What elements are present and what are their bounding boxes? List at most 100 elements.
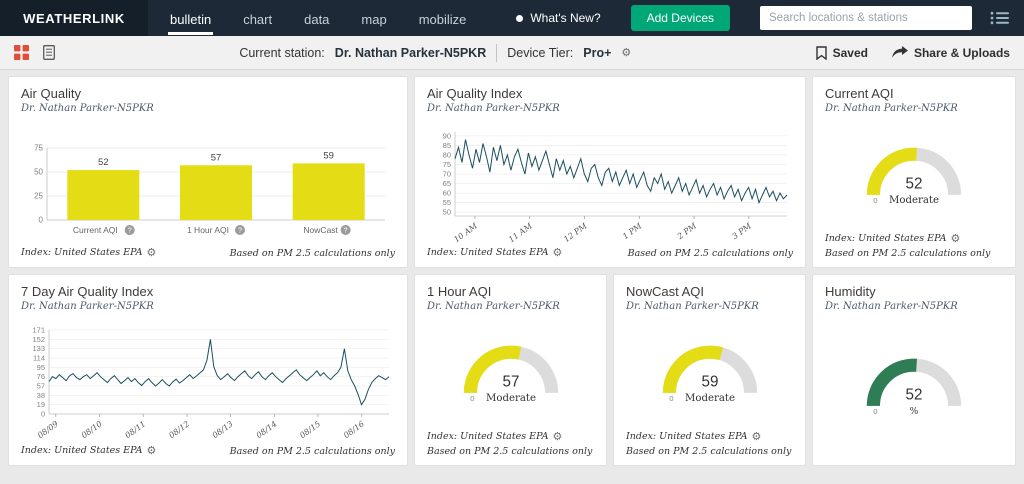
svg-text:08/11: 08/11: [123, 419, 147, 440]
svg-text:57: 57: [211, 152, 222, 163]
svg-text:11 AM: 11 AM: [507, 221, 535, 244]
gauge-chart: 59 Moderate 0: [662, 345, 757, 403]
gear-icon[interactable]: ⚙: [951, 232, 961, 245]
svg-text:%: %: [910, 407, 919, 417]
svg-text:Current AQI: Current AQI: [73, 225, 118, 235]
nav-tab-chart[interactable]: chart: [241, 2, 274, 35]
card-subtitle: Dr. Nathan Parker-N5PKR: [626, 301, 759, 312]
svg-text:75: 75: [34, 144, 43, 153]
add-devices-button[interactable]: Add Devices: [630, 5, 730, 31]
current-station-info: Current station: Dr. Nathan Parker-N5PKR…: [239, 43, 631, 62]
card-air-quality-index: Air Quality Index Dr. Nathan Parker-N5PK…: [414, 76, 806, 268]
device-tier-gear-icon[interactable]: ⚙: [621, 46, 631, 59]
svg-text:19: 19: [37, 400, 45, 409]
svg-text:Moderate: Moderate: [889, 194, 939, 205]
svg-text:65: 65: [443, 179, 451, 188]
whats-new-link[interactable]: What's New?: [516, 11, 601, 25]
share-uploads-button[interactable]: Share & Uploads: [891, 46, 1010, 60]
svg-text:80: 80: [443, 150, 451, 159]
saved-label: Saved: [832, 45, 868, 60]
whats-new-label: What's New?: [530, 11, 601, 25]
card-1hour-aqi: 1 Hour AQI Dr. Nathan Parker-N5PKR 57 Mod…: [414, 274, 607, 466]
help-icon[interactable]: ?: [235, 225, 245, 235]
card-subtitle: Dr. Nathan Parker-N5PKR: [427, 301, 560, 312]
svg-text:85: 85: [443, 141, 451, 150]
report-view-icon[interactable]: [43, 45, 55, 60]
brand-logo: WEATHERLINK: [0, 0, 148, 36]
gauge-chart: 52 Moderate 0: [866, 147, 962, 205]
svg-text:3 PM: 3 PM: [731, 221, 754, 241]
svg-text:?: ?: [238, 226, 242, 235]
svg-text:52: 52: [906, 175, 923, 192]
bar-chart: 0 25 50 75 52 Current AQI ? 57 1 Hour AQI ? 59 NowC…: [34, 144, 385, 235]
pm-note: Based on PM 2.5 calculations only: [427, 446, 593, 457]
svg-text:0: 0: [669, 393, 673, 402]
svg-text:59: 59: [323, 150, 334, 161]
card-footer: Index: United States EPA ⚙ Based on PM 2…: [21, 444, 395, 457]
svg-text:?: ?: [344, 226, 348, 235]
svg-text:10 AM: 10 AM: [452, 221, 480, 244]
nav-links: bulletin chart data map mobilize: [168, 0, 468, 36]
card-subtitle: Dr. Nathan Parker-N5PKR: [21, 301, 154, 312]
divider: [496, 43, 498, 62]
svg-text:08/12: 08/12: [167, 419, 191, 440]
card-air-quality: Air Quality Dr. Nathan Parker-N5PKR 0 25 5…: [8, 76, 408, 268]
epa-index-label: Index: United States EPA: [626, 431, 748, 442]
view-toggles: [14, 45, 55, 60]
saved-button[interactable]: Saved: [815, 45, 868, 60]
svg-text:55: 55: [443, 198, 451, 207]
card-7day-aqi: 7 Day Air Quality Index Dr. Nathan Parke…: [8, 274, 408, 466]
pm-note: Based on PM 2.5 calculations only: [229, 248, 395, 259]
gear-icon[interactable]: ⚙: [147, 246, 157, 259]
notification-dot-icon: [516, 14, 524, 22]
pm-note: Based on PM 2.5 calculations only: [626, 446, 792, 457]
help-icon[interactable]: ?: [340, 225, 351, 235]
card-footer: Index: United States EPA ⚙ Based on PM 2…: [427, 430, 594, 457]
card-title: 1 Hour AQI: [427, 284, 492, 299]
gear-icon[interactable]: ⚙: [147, 444, 157, 457]
card-humidity: Humidity Dr. Nathan Parker-N5PKR 52% 0: [812, 274, 1016, 466]
current-station-name: Dr. Nathan Parker-N5PKR: [334, 45, 487, 60]
svg-text:0: 0: [470, 393, 474, 402]
svg-text:38: 38: [37, 391, 45, 400]
nav-tab-data[interactable]: data: [302, 2, 331, 35]
menu-list-icon[interactable]: [990, 11, 1010, 25]
svg-text:171: 171: [32, 326, 45, 335]
svg-text:90: 90: [443, 131, 451, 140]
nav-tab-bulletin[interactable]: bulletin: [168, 2, 214, 35]
help-icon[interactable]: ?: [124, 225, 135, 235]
card-title: 7 Day Air Quality Index: [21, 284, 154, 299]
line-chart: 01938577695114133152171 08/09 08/10 08/11 08…: [32, 326, 390, 440]
svg-text:08/16: 08/16: [342, 419, 366, 440]
svg-text:NowCast: NowCast: [303, 225, 338, 235]
svg-text:114: 114: [33, 354, 45, 363]
svg-text:0: 0: [41, 410, 45, 419]
line-chart: 505560657075808590 10 AM 11 AM 12 PM 1 PM 2 P…: [443, 131, 788, 244]
svg-text:76: 76: [37, 372, 45, 381]
gear-icon[interactable]: ⚙: [553, 430, 563, 443]
gear-icon[interactable]: ⚙: [553, 246, 563, 259]
svg-text:50: 50: [34, 168, 43, 177]
top-navbar: WEATHERLINK bulletin chart data map mobi…: [0, 0, 1024, 36]
svg-text:95: 95: [37, 363, 45, 372]
pm-note: Based on PM 2.5 calculations only: [825, 248, 991, 259]
nav-tab-map[interactable]: map: [359, 2, 388, 35]
svg-text:0: 0: [873, 195, 877, 204]
gear-icon[interactable]: ⚙: [752, 430, 762, 443]
svg-text:2 PM: 2 PM: [675, 221, 699, 242]
card-title: NowCast AQI: [626, 284, 705, 299]
card-footer: Index: United States EPA ⚙ Based on PM 2…: [21, 246, 395, 259]
search-input[interactable]: [760, 6, 972, 30]
card-footer: Index: United States EPA ⚙ Based on PM 2…: [427, 246, 793, 259]
svg-text:12 PM: 12 PM: [562, 221, 589, 244]
nav-tab-mobilize[interactable]: mobilize: [417, 2, 469, 35]
card-footer: Index: United States EPA ⚙ Based on PM 2…: [825, 232, 1003, 259]
svg-text:133: 133: [32, 344, 45, 353]
svg-text:57: 57: [502, 373, 519, 390]
epa-index-label: Index: United States EPA: [21, 445, 143, 456]
grid-view-icon[interactable]: [14, 45, 29, 60]
dashboard-row-1: Air Quality Dr. Nathan Parker-N5PKR 0 25 5…: [8, 76, 1016, 268]
toolbar-actions: Saved Share & Uploads: [815, 45, 1010, 60]
card-subtitle: Dr. Nathan Parker-N5PKR: [825, 103, 958, 114]
svg-text:Moderate: Moderate: [685, 392, 735, 403]
